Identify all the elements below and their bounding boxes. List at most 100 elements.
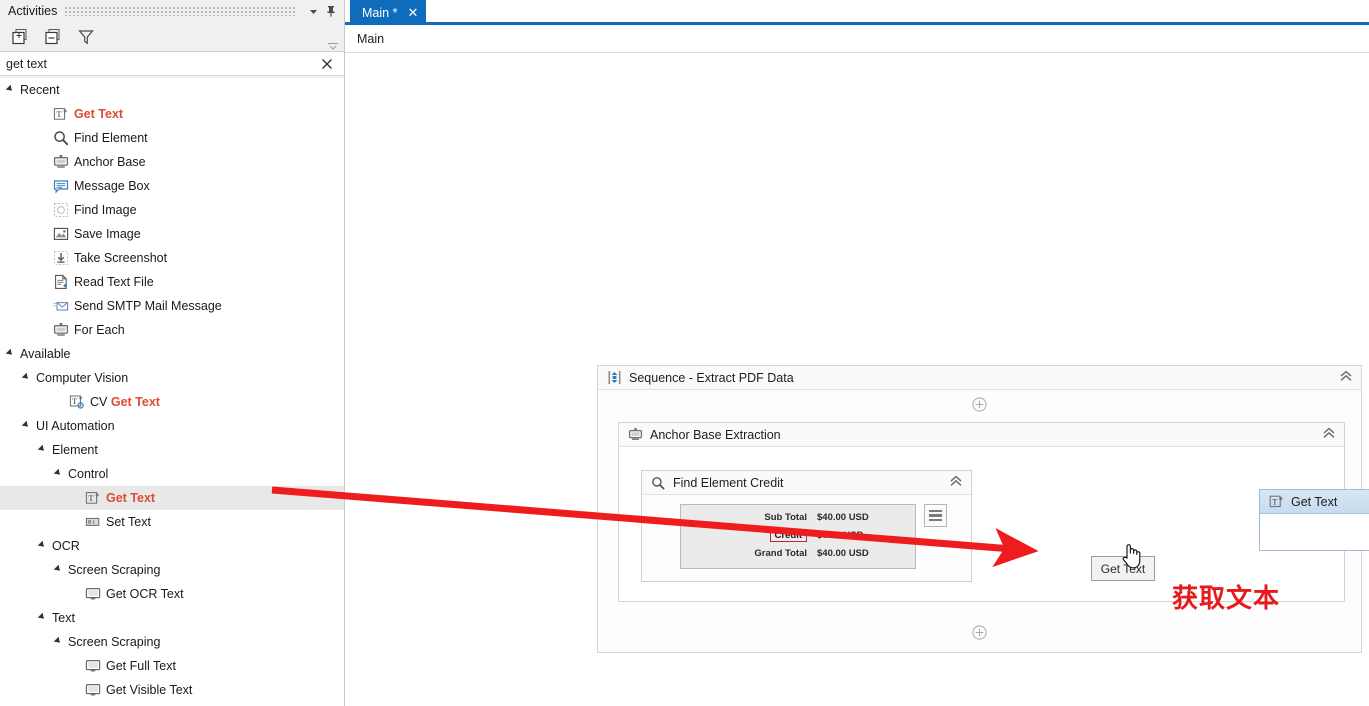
tree-item-save-image[interactable]: Save Image — [0, 222, 344, 246]
tree-item-get-visible-text[interactable]: Get Visible Text — [0, 678, 344, 702]
tree-group-recent[interactable]: Recent — [0, 78, 344, 102]
sequence-add-top[interactable] — [598, 390, 1361, 418]
tree-item-get-text[interactable]: T Get Text — [0, 102, 344, 126]
find-element-title: Find Element Credit — [673, 475, 784, 490]
plus-circle-icon[interactable] — [972, 396, 987, 412]
tree-item-get-text[interactable]: T Get Text — [0, 486, 344, 510]
close-icon[interactable] — [316, 53, 338, 75]
activities-panel-header: Activities — [0, 0, 344, 22]
expand-triangle-icon[interactable] — [38, 613, 48, 623]
tree-item-label: Screen Scraping — [68, 634, 161, 649]
expand-triangle-icon[interactable] — [6, 85, 16, 95]
save-image-icon — [52, 226, 69, 243]
annotation-text: 获取文本 — [1172, 584, 1281, 614]
tree-group-text[interactable]: Text — [0, 606, 344, 630]
expand-triangle-icon[interactable] — [38, 445, 48, 455]
tree-item-set-text[interactable]: i Set Text — [0, 510, 344, 534]
tree-item-label: Control — [68, 466, 109, 481]
tree-group-control[interactable]: Control — [0, 462, 344, 486]
anchor-base-title: Anchor Base Extraction — [650, 427, 781, 442]
breadcrumb-item-main[interactable]: Main — [357, 32, 384, 46]
tree-group-screen-scraping[interactable]: Screen Scraping — [0, 630, 344, 654]
tree-group-computer-vision[interactable]: Computer Vision — [0, 366, 344, 390]
sequence-header[interactable]: Sequence - Extract PDF Data — [598, 366, 1361, 390]
sequence-add-bottom[interactable] — [598, 618, 1361, 646]
tree-item-message-box[interactable]: Message Box — [0, 174, 344, 198]
find-element-activity[interactable]: Find Element Credit Sub Total $40.00 USD… — [641, 470, 972, 582]
tree-item-label: Anchor Base — [74, 154, 146, 169]
expand-all-icon[interactable] — [10, 27, 30, 47]
expand-triangle-icon[interactable] — [54, 637, 64, 647]
tab-main-label: Main * — [362, 5, 398, 20]
tree-item-label: Read Text File — [74, 274, 154, 289]
tree-item-for-each[interactable]: For Each — [0, 318, 344, 342]
tree-item-send-smtp-mail-message[interactable]: Send SMTP Mail Message — [0, 294, 344, 318]
screen-icon — [84, 682, 101, 699]
tree-item-find-element[interactable]: Find Element — [0, 126, 344, 150]
collapse-all-icon[interactable] — [43, 27, 63, 47]
tree-item-label: For Each — [74, 322, 125, 337]
target-preview-image: Sub Total $40.00 USD Credit $0.00 USD Gr… — [680, 504, 916, 569]
plus-circle-icon[interactable] — [972, 624, 987, 640]
get-text-icon: T — [52, 106, 69, 123]
screen-icon — [84, 586, 101, 603]
chevron-double-up-icon[interactable] — [1339, 369, 1353, 386]
read-text-file-icon — [52, 274, 69, 291]
toolbar-collapse-icon[interactable] — [327, 39, 339, 50]
screen-icon — [84, 658, 101, 675]
tree-item-label: UI Automation — [36, 418, 115, 433]
svg-text:T: T — [1272, 497, 1278, 507]
app-root: Activities get text Recent T Get Text Fi… — [0, 0, 1369, 706]
pin-icon[interactable] — [322, 2, 340, 20]
tab-main[interactable]: Main * ✕ — [350, 0, 427, 25]
tree-item-cv-get-text[interactable]: T CV Get Text — [0, 390, 344, 414]
tree-item-label: Get Text — [106, 490, 156, 505]
preview-row-value: $40.00 USD — [817, 547, 869, 559]
activities-panel: Activities get text Recent T Get Text Fi… — [0, 0, 345, 706]
tree-item-label: Find Element — [74, 130, 148, 145]
tree-item-label: Take Screenshot — [74, 250, 168, 265]
anchor-base-icon — [627, 427, 643, 443]
tree-item-label: Text — [52, 610, 75, 625]
cv-get-text-icon: T — [68, 394, 85, 411]
expand-triangle-icon[interactable] — [22, 373, 32, 383]
tree-item-read-text-file[interactable]: Read Text File — [0, 270, 344, 294]
tree-group-screen-scraping[interactable]: Screen Scraping — [0, 558, 344, 582]
preview-row-label: Sub Total — [764, 511, 807, 523]
tree-group-available[interactable]: Available — [0, 342, 344, 366]
preview-row: Grand Total $40.00 USD — [681, 544, 909, 562]
expand-triangle-icon[interactable] — [54, 565, 64, 575]
filter-icon[interactable] — [76, 27, 96, 47]
chevron-down-icon[interactable] — [304, 2, 322, 20]
expand-triangle-icon[interactable] — [38, 541, 48, 551]
close-icon[interactable]: ✕ — [407, 6, 418, 19]
sequence-title: Sequence - Extract PDF Data — [629, 370, 794, 385]
activities-tree[interactable]: Recent T Get Text Find Element Anchor Base Me… — [0, 78, 344, 706]
anchor-base-header[interactable]: Anchor Base Extraction — [619, 423, 1344, 447]
anchor-base-icon — [52, 154, 69, 171]
expand-triangle-icon[interactable] — [54, 469, 64, 479]
tree-group-ui-automation[interactable]: UI Automation — [0, 414, 344, 438]
search-input[interactable] — [0, 55, 316, 72]
chevron-double-up-icon[interactable] — [949, 474, 963, 491]
tree-item-take-screenshot[interactable]: Take Screenshot — [0, 246, 344, 270]
hamburger-menu-icon[interactable] — [924, 504, 947, 527]
anchor-base-activity[interactable]: Anchor Base Extraction Find Element Cred… — [618, 422, 1369, 602]
tree-item-anchor-base[interactable]: Anchor Base — [0, 150, 344, 174]
tree-group-element[interactable]: Element — [0, 438, 344, 462]
tree-item-get-ocr-text[interactable]: Get OCR Text — [0, 582, 344, 606]
sequence-icon — [606, 370, 622, 386]
tree-item-label: Get Full Text — [106, 658, 176, 673]
find-element-header[interactable]: Find Element Credit — [642, 471, 971, 495]
get-text-activity[interactable]: T Get Text — [1259, 489, 1369, 551]
expand-triangle-icon[interactable] — [6, 349, 16, 359]
expand-triangle-icon[interactable] — [22, 421, 32, 431]
tree-item-get-full-text[interactable]: Get Full Text — [0, 654, 344, 678]
tree-item-find-image[interactable]: Find Image — [0, 198, 344, 222]
chevron-double-up-icon[interactable] — [1322, 426, 1336, 443]
get-text-header[interactable]: T Get Text — [1260, 490, 1369, 514]
tree-item-label: Get Text — [74, 106, 124, 121]
tree-group-ocr[interactable]: OCR — [0, 534, 344, 558]
svg-text:T: T — [56, 109, 62, 119]
preview-row: Credit $0.00 USD — [681, 526, 909, 544]
